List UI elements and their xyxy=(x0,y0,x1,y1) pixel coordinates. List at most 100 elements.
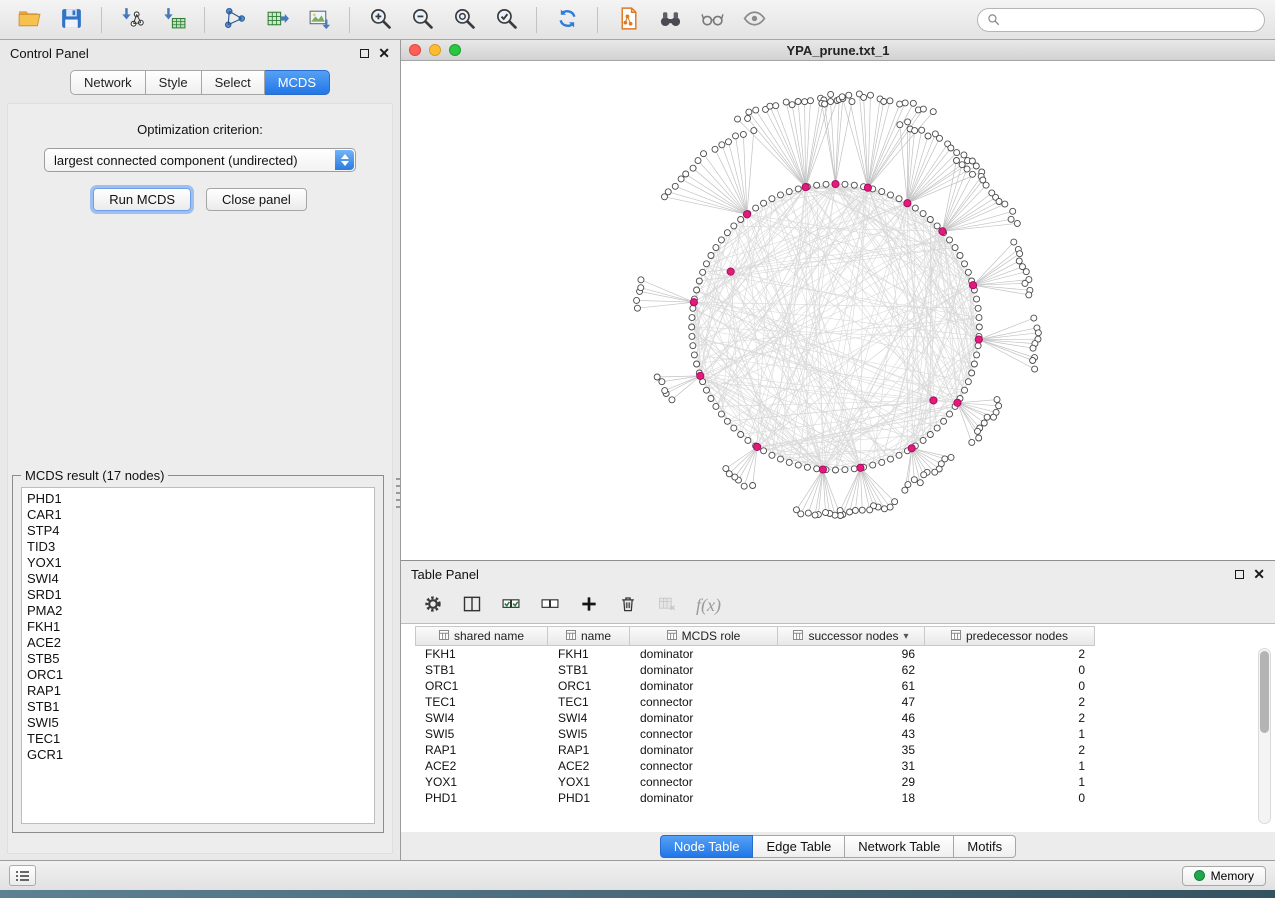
control-panel-header: Control Panel ✕ xyxy=(0,40,400,66)
cell: connector xyxy=(630,726,778,742)
column-header-predecessor-nodes[interactable]: predecessor nodes xyxy=(925,626,1095,646)
main-toolbar xyxy=(0,0,1275,40)
main-area: Control Panel ✕ NetworkStyleSelectMCDS O… xyxy=(0,40,1275,860)
mcds-result-item[interactable]: PHD1 xyxy=(27,491,374,507)
find-button[interactable] xyxy=(651,4,689,36)
table-row[interactable]: SWI5SWI5connector431 xyxy=(415,726,1275,742)
table-scrollbar[interactable] xyxy=(1258,648,1271,824)
import-network-button[interactable] xyxy=(113,4,151,36)
select-all-button[interactable] xyxy=(501,594,521,617)
export-image-button[interactable] xyxy=(300,4,338,36)
cell: connector xyxy=(630,774,778,790)
float-panel-icon[interactable] xyxy=(360,49,369,58)
table-row[interactable]: TEC1TEC1connector472 xyxy=(415,694,1275,710)
minimize-window-icon[interactable] xyxy=(429,44,441,56)
zoom-in-button[interactable] xyxy=(361,4,399,36)
open-folder-button[interactable] xyxy=(10,4,48,36)
mcds-result-item[interactable]: GCR1 xyxy=(27,747,374,763)
mcds-result-item[interactable]: ACE2 xyxy=(27,635,374,651)
table-row[interactable]: RAP1RAP1dominator352 xyxy=(415,742,1275,758)
cell: SWI5 xyxy=(415,726,548,742)
mcds-result-item[interactable]: FKH1 xyxy=(27,619,374,635)
refresh-button[interactable] xyxy=(548,4,586,36)
search-box[interactable] xyxy=(977,8,1265,32)
table-tabs: Node TableEdge TableNetwork TableMotifs xyxy=(401,832,1275,860)
cell: 0 xyxy=(925,790,1095,806)
column-header-name[interactable]: name xyxy=(548,626,630,646)
tab-node-table[interactable]: Node Table xyxy=(660,835,754,858)
export-table-icon xyxy=(265,6,290,34)
table-row[interactable]: YOX1YOX1connector291 xyxy=(415,774,1275,790)
close-window-icon[interactable] xyxy=(409,44,421,56)
new-network-button[interactable] xyxy=(216,4,254,36)
delete-row-button[interactable] xyxy=(618,594,638,617)
zoom-selected-button[interactable] xyxy=(487,4,525,36)
tab-edge-table[interactable]: Edge Table xyxy=(753,835,845,858)
maximize-window-icon[interactable] xyxy=(449,44,461,56)
export-table-button[interactable] xyxy=(258,4,296,36)
sort-chevron-icon[interactable]: ▾ xyxy=(904,631,909,642)
mcds-result-list[interactable]: PHD1CAR1STP4TID3YOX1SWI4SRD1PMA2FKH1ACE2… xyxy=(21,487,375,824)
table-row[interactable]: FKH1FKH1dominator962 xyxy=(415,646,1275,662)
table-row[interactable]: ACE2ACE2connector311 xyxy=(415,758,1275,774)
mcds-result-item[interactable]: CAR1 xyxy=(27,507,374,523)
panel-menu-button[interactable] xyxy=(9,865,36,886)
hide-button[interactable] xyxy=(693,4,731,36)
mcds-result-item[interactable]: SRD1 xyxy=(27,587,374,603)
cell: STB1 xyxy=(548,662,630,678)
mcds-result-item[interactable]: PMA2 xyxy=(27,603,374,619)
tab-network[interactable]: Network xyxy=(70,70,146,95)
table-row[interactable]: STB1STB1dominator620 xyxy=(415,662,1275,678)
tab-network-table[interactable]: Network Table xyxy=(845,835,954,858)
tab-mcds[interactable]: MCDS xyxy=(265,70,330,95)
network-canvas[interactable] xyxy=(401,61,1275,560)
mcds-result-item[interactable]: RAP1 xyxy=(27,683,374,699)
tab-style[interactable]: Style xyxy=(146,70,202,95)
mcds-result-item[interactable]: TID3 xyxy=(27,539,374,555)
close-panel-button[interactable]: Close panel xyxy=(206,188,307,211)
mcds-result-item[interactable]: TEC1 xyxy=(27,731,374,747)
show-button[interactable] xyxy=(735,4,773,36)
zoom-out-button[interactable] xyxy=(403,4,441,36)
run-mcds-button[interactable]: Run MCDS xyxy=(93,188,191,211)
float-table-panel-icon[interactable] xyxy=(1235,570,1244,579)
zoom-fit-button[interactable] xyxy=(445,4,483,36)
clear-selection-button[interactable] xyxy=(540,594,560,617)
cell: connector xyxy=(630,694,778,710)
mcds-result-group: MCDS result (17 nodes) PHD1CAR1STP4TID3Y… xyxy=(12,468,384,833)
mcds-result-item[interactable]: SWI5 xyxy=(27,715,374,731)
tab-motifs[interactable]: Motifs xyxy=(954,835,1016,858)
mcds-result-item[interactable]: STB5 xyxy=(27,651,374,667)
column-header-successor-nodes[interactable]: successor nodes▾ xyxy=(778,626,925,646)
gear-button[interactable] xyxy=(423,594,443,617)
fn-disabled-icon xyxy=(657,594,677,617)
memory-button[interactable]: Memory xyxy=(1182,866,1266,886)
mcds-result-item[interactable]: ORC1 xyxy=(27,667,374,683)
add-row-button[interactable] xyxy=(579,594,599,617)
mcds-result-item[interactable]: STB1 xyxy=(27,699,374,715)
column-header-mcds-role[interactable]: MCDS role xyxy=(630,626,778,646)
mcds-result-item[interactable]: SWI4 xyxy=(27,571,374,587)
mcds-result-item[interactable]: YOX1 xyxy=(27,555,374,571)
save-button[interactable] xyxy=(52,4,90,36)
control-panel-tabs: NetworkStyleSelectMCDS xyxy=(0,70,400,95)
column-header-shared-name[interactable]: shared name xyxy=(415,626,548,646)
search-input[interactable] xyxy=(1005,12,1255,28)
column-label: predecessor nodes xyxy=(966,629,1068,643)
add-row-icon xyxy=(579,594,599,617)
close-panel-icon[interactable]: ✕ xyxy=(378,46,390,60)
hide-icon xyxy=(700,6,725,34)
table-row[interactable]: ORC1ORC1dominator610 xyxy=(415,678,1275,694)
cell: 2 xyxy=(925,646,1095,662)
import-table-button[interactable] xyxy=(155,4,193,36)
cell: 61 xyxy=(778,678,925,694)
close-table-panel-icon[interactable]: ✕ xyxy=(1253,567,1265,581)
table-row[interactable]: PHD1PHD1dominator180 xyxy=(415,790,1275,806)
clone-network-button[interactable] xyxy=(609,4,647,36)
mcds-result-item[interactable]: STP4 xyxy=(27,523,374,539)
criterion-dropdown[interactable]: largest connected component (undirected) xyxy=(44,148,356,172)
tab-select[interactable]: Select xyxy=(202,70,265,95)
table-row[interactable]: SWI4SWI4dominator462 xyxy=(415,710,1275,726)
table-scrollbar-thumb[interactable] xyxy=(1260,651,1269,733)
columns-button[interactable] xyxy=(462,594,482,617)
